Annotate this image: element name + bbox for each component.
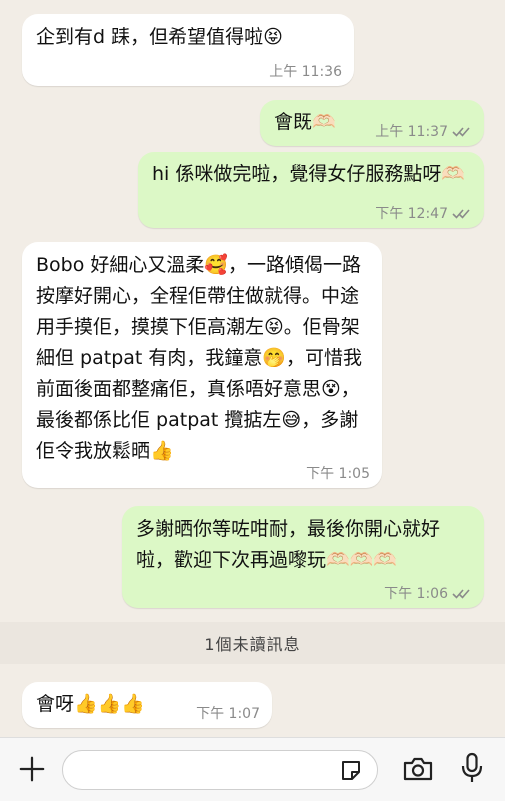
message-meta: 下午 1:05 xyxy=(306,466,370,482)
message-input[interactable] xyxy=(77,758,341,784)
message-text: 會既🫶🏻 xyxy=(274,111,336,133)
composer-bar xyxy=(0,737,505,801)
double-check-icon xyxy=(452,127,470,137)
message-meta: 下午 12:47 xyxy=(375,206,472,222)
double-check-icon xyxy=(452,209,470,219)
message-time: 上午 11:37 xyxy=(375,124,448,140)
message-bubble-outgoing[interactable]: 會既🫶🏻 上午 11:37 xyxy=(260,100,484,146)
message-bubble-incoming[interactable]: 會呀👍👍👍 下午 1:07 xyxy=(22,682,272,728)
message-text: 企到有d 𨀤，但希望值得啦😝 xyxy=(36,26,283,48)
message-time: 下午 1:06 xyxy=(384,586,448,602)
sticker-icon[interactable] xyxy=(339,759,363,783)
unread-divider: 1個未讀訊息 xyxy=(0,622,505,664)
double-check-icon xyxy=(452,589,470,599)
message-meta: 下午 1:06 xyxy=(384,586,472,602)
message-bubble-outgoing[interactable]: 多謝晒你等咗咁耐，最後你開心就好啦，歡迎下次再過嚟玩🫶🏻🫶🏻🫶🏻 下午 1:06 xyxy=(122,506,484,608)
unread-divider-label: 1個未讀訊息 xyxy=(204,635,301,654)
message-text: hi 係咪做完啦，覺得女仔服務點呀🫶🏻 xyxy=(152,163,466,185)
message-text: 會呀👍👍👍 xyxy=(36,693,145,715)
message-bubble-outgoing[interactable]: hi 係咪做完啦，覺得女仔服務點呀🫶🏻 下午 12:47 xyxy=(138,152,484,228)
message-text: 多謝晒你等咗咁耐，最後你開心就好啦，歡迎下次再過嚟玩🫶🏻🫶🏻🫶🏻 xyxy=(136,518,441,571)
message-bubble-incoming[interactable]: 企到有d 𨀤，但希望值得啦😝 上午 11:36 xyxy=(22,14,354,86)
message-time: 下午 12:47 xyxy=(375,206,448,222)
message-meta: 下午 1:07 xyxy=(196,706,260,722)
message-bubble-incoming[interactable]: Bobo 好細心又溫柔🥰，一路傾偈一路按摩好開心，全程佢帶住做就得。中途用手摸佢… xyxy=(22,242,382,488)
message-input-field[interactable] xyxy=(62,750,378,790)
plus-icon[interactable] xyxy=(18,755,46,783)
camera-icon[interactable] xyxy=(402,756,434,782)
message-meta: 上午 11:37 xyxy=(375,124,472,140)
message-time: 上午 11:36 xyxy=(269,64,342,80)
message-time: 下午 1:05 xyxy=(306,466,370,482)
message-time: 下午 1:07 xyxy=(196,706,260,722)
message-text: Bobo 好細心又溫柔🥰，一路傾偈一路按摩好開心，全程佢帶住做就得。中途用手摸佢… xyxy=(36,254,363,462)
message-meta: 上午 11:36 xyxy=(269,64,342,80)
microphone-icon[interactable] xyxy=(460,752,484,784)
